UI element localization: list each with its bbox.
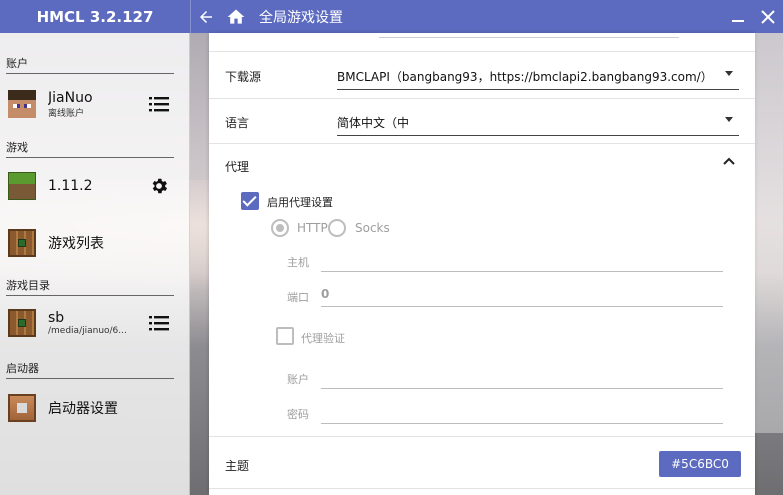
minimize-button[interactable] bbox=[723, 0, 753, 33]
dropdown-arrow-icon bbox=[725, 71, 733, 76]
proxy-port-input[interactable]: 0 bbox=[321, 287, 723, 307]
proxy-type-socks-label: Socks bbox=[355, 221, 390, 235]
back-button[interactable] bbox=[191, 0, 221, 33]
launcher-settings-label: 启动器设置 bbox=[48, 401, 118, 417]
close-button[interactable] bbox=[753, 0, 783, 33]
app-title: HMCL 3.2.127 bbox=[36, 7, 154, 26]
home-button[interactable] bbox=[221, 0, 251, 33]
dropdown-arrow-icon bbox=[725, 117, 733, 122]
language-select[interactable]: 简体中文（中 bbox=[337, 114, 739, 136]
sidebar-item-launcher-settings[interactable]: 启动器设置 bbox=[0, 388, 190, 428]
theme-label: 主题 bbox=[225, 459, 250, 473]
language-value: 简体中文（中 bbox=[337, 116, 410, 130]
section-header-launcher: 启动器 bbox=[6, 360, 174, 379]
proxy-host-input[interactable] bbox=[321, 252, 723, 272]
section-header-game: 游戏 bbox=[6, 139, 174, 158]
profile-path: /media/jianuo/6... bbox=[48, 326, 127, 336]
game-settings-button[interactable] bbox=[148, 175, 170, 197]
settings-row-top bbox=[209, 33, 755, 52]
theme-color-button[interactable]: #5C6BC0 bbox=[659, 451, 741, 477]
proxy-type-http-radio[interactable] bbox=[271, 219, 289, 237]
home-icon bbox=[227, 9, 245, 24]
profile-list-button[interactable] bbox=[148, 312, 170, 334]
profile-name: sb bbox=[48, 310, 65, 326]
proxy-type-http-label: HTTP bbox=[297, 221, 328, 235]
proxy-label: 代理 bbox=[225, 160, 250, 174]
download-source-value: BMCLAPI（bangbang93，https://bmclapi2.bang… bbox=[337, 70, 707, 84]
crafting-table-icon bbox=[8, 309, 36, 337]
player-avatar-icon bbox=[8, 90, 36, 118]
close-icon bbox=[761, 9, 775, 24]
settings-row-proxy: 代理 启用代理设置 HTTP Socks 主机 端口 0 代理验证 账户 密码 bbox=[209, 144, 755, 437]
sidebar: 账户 JiaNuo 离线账户 游戏 1.11.2 游戏列表 游戏目录 sb /m… bbox=[0, 33, 190, 495]
enable-proxy-label: 启用代理设置 bbox=[267, 196, 333, 209]
settings-row-language: 语言 简体中文（中 bbox=[209, 99, 755, 144]
enable-proxy-checkbox[interactable] bbox=[241, 192, 259, 210]
sidebar-item-profile[interactable]: sb /media/jianuo/6... bbox=[0, 303, 190, 343]
account-list-button[interactable] bbox=[148, 93, 170, 115]
list-icon bbox=[149, 97, 169, 112]
settings-panel: 下载源 BMCLAPI（bangbang93，https://bmclapi2.… bbox=[209, 33, 755, 495]
proxy-user-input[interactable] bbox=[321, 369, 723, 389]
collapse-button[interactable] bbox=[723, 154, 735, 170]
proxy-auth-checkbox[interactable] bbox=[276, 327, 294, 345]
language-label: 语言 bbox=[225, 116, 250, 130]
proxy-password-input[interactable] bbox=[321, 404, 723, 424]
page-title: 全局游戏设置 bbox=[259, 9, 343, 26]
download-source-select[interactable]: BMCLAPI（bangbang93，https://bmclapi2.bang… bbox=[337, 68, 739, 90]
sidebar-item-game-list[interactable]: 游戏列表 bbox=[0, 223, 190, 263]
proxy-port-label: 端口 bbox=[287, 291, 309, 304]
account-name: JiaNuo bbox=[48, 89, 93, 106]
game-version-name: 1.11.2 bbox=[48, 178, 93, 194]
proxy-password-label: 密码 bbox=[287, 408, 309, 421]
previous-field-underline bbox=[379, 37, 679, 38]
scrollbar[interactable] bbox=[755, 33, 783, 495]
title-bar: HMCL 3.2.127 全局游戏设置 bbox=[0, 0, 783, 33]
account-type: 离线账户 bbox=[48, 108, 85, 119]
sidebar-item-account[interactable]: JiaNuo 离线账户 bbox=[0, 84, 190, 124]
grass-block-icon bbox=[8, 172, 36, 200]
section-header-profile: 游戏目录 bbox=[6, 277, 174, 296]
settings-row-theme: 主题 #5C6BC0 bbox=[209, 437, 755, 489]
scrollbar-thumb[interactable] bbox=[755, 33, 783, 433]
game-list-label: 游戏列表 bbox=[48, 236, 104, 252]
minimize-icon bbox=[732, 19, 744, 22]
sidebar-item-game-version[interactable]: 1.11.2 bbox=[0, 166, 190, 206]
bookshelf-icon bbox=[8, 229, 36, 257]
proxy-auth-label: 代理验证 bbox=[301, 332, 345, 345]
list-icon bbox=[149, 316, 169, 331]
download-source-label: 下载源 bbox=[225, 70, 262, 84]
chevron-up-icon bbox=[723, 157, 735, 165]
section-header-account: 账户 bbox=[6, 55, 174, 74]
proxy-host-label: 主机 bbox=[287, 256, 309, 269]
gear-icon bbox=[152, 178, 168, 194]
command-block-icon bbox=[8, 394, 36, 422]
proxy-type-socks-radio[interactable] bbox=[328, 219, 346, 237]
settings-row-download-source: 下载源 BMCLAPI（bangbang93，https://bmclapi2.… bbox=[209, 52, 755, 99]
proxy-user-label: 账户 bbox=[287, 373, 309, 386]
arrow-left-icon bbox=[200, 10, 212, 23]
